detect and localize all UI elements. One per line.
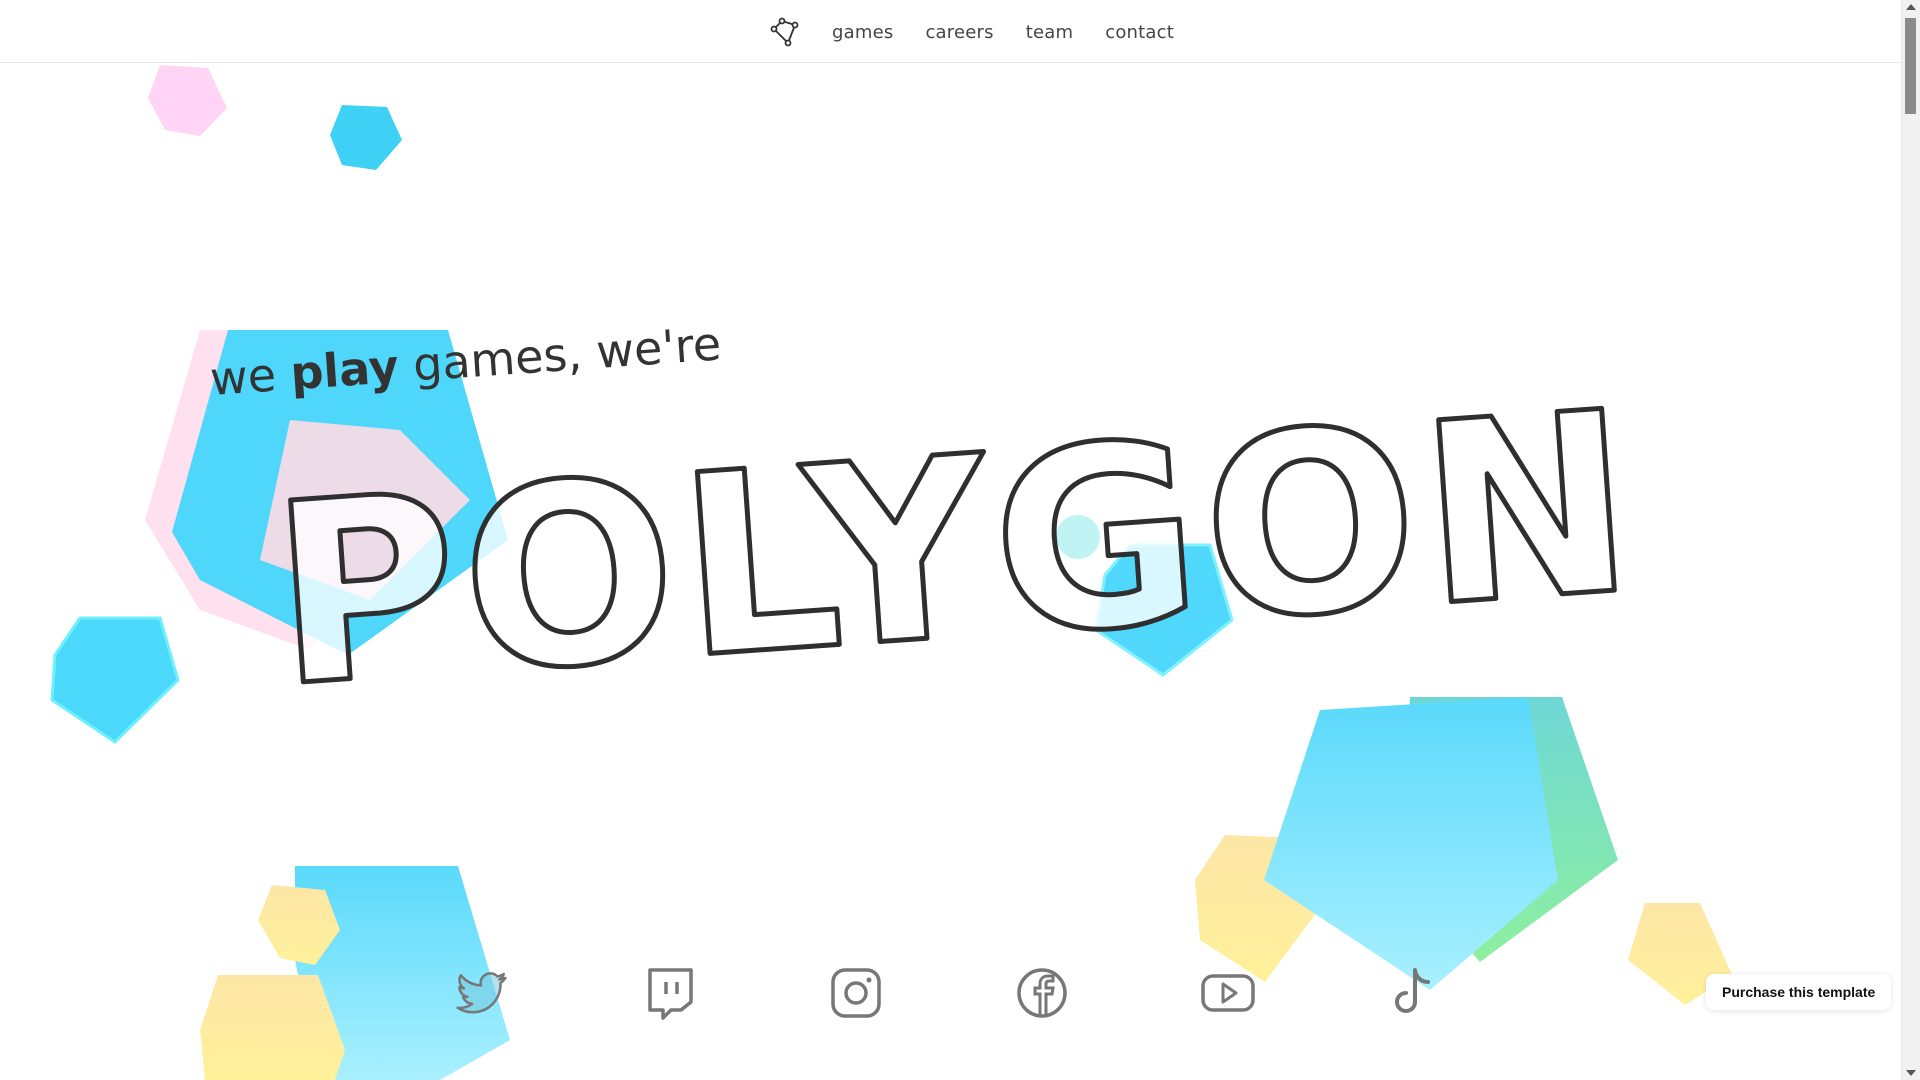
twitch-icon[interactable] xyxy=(641,964,699,1022)
shape-cyan-small xyxy=(330,105,402,170)
scroll-down-icon[interactable] xyxy=(1906,1070,1916,1076)
purchase-template-button[interactable]: Purchase this template xyxy=(1706,974,1892,1010)
shape-pink-small xyxy=(148,65,227,136)
page-scrollbar[interactable] xyxy=(1901,0,1920,1080)
social-links xyxy=(455,964,1455,1028)
instagram-icon[interactable] xyxy=(827,964,885,1022)
shape-yellow-bl2 xyxy=(200,975,345,1080)
twitter-icon[interactable] xyxy=(455,964,513,1022)
hero-title-text: POLYGON xyxy=(264,378,1647,698)
youtube-icon[interactable] xyxy=(1199,964,1257,1022)
tagline-prefix: we xyxy=(208,346,293,406)
scroll-up-icon[interactable] xyxy=(1906,4,1916,10)
scrollbar-thumb[interactable] xyxy=(1905,18,1916,114)
tagline-bold: play xyxy=(288,338,401,401)
nav-link-careers[interactable]: careers xyxy=(925,22,993,43)
nav-link-games[interactable]: games xyxy=(832,22,893,43)
top-navbar: games careers team contact xyxy=(0,0,1902,63)
shape-cyan-br xyxy=(1264,697,1558,990)
facebook-icon[interactable] xyxy=(1013,964,1071,1022)
nav-menu: games careers team contact xyxy=(768,16,1206,48)
nav-link-team[interactable]: team xyxy=(1026,22,1074,43)
tiktok-icon[interactable] xyxy=(1385,964,1443,1022)
hero-title: POLYGON xyxy=(262,378,1650,698)
nav-link-contact[interactable]: contact xyxy=(1105,22,1174,43)
polygon-nodes-icon[interactable] xyxy=(768,16,800,48)
shape-cyan-left xyxy=(50,616,180,744)
